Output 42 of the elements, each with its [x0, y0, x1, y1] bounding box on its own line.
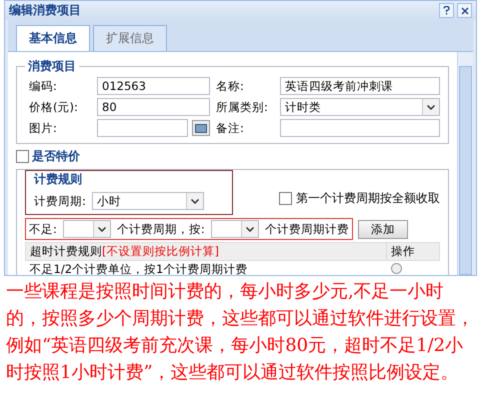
field-label: 价格(元):	[29, 100, 79, 114]
input-field[interactable]: 80	[97, 98, 210, 116]
checkbox[interactable]	[279, 192, 292, 205]
tab[interactable]: 基本信息	[16, 25, 90, 51]
add-button[interactable]: 添加	[358, 220, 408, 238]
count-select[interactable]	[210, 220, 259, 238]
period-select[interactable]: 小时	[92, 192, 204, 210]
input-field[interactable]	[280, 119, 440, 137]
checkbox-label: 是否特价	[32, 148, 80, 165]
caret-icon	[427, 104, 435, 110]
field-label: 计费周期:	[34, 194, 86, 208]
annotation-text: 一些课程是按照时间计费的，每小时多少元,不足一小时的，按照多少个周期计费，这些都可以通过软件进行设置，例如“英语四级考前充次课，每小时80元，超时不足1/2小时按照1小时计费”，这些都可以通过软件按照比例设定。	[5, 280, 475, 385]
section-legend: 计费规则	[34, 171, 82, 188]
field-label: 图片:	[29, 120, 58, 136]
checkbox[interactable]	[16, 150, 29, 163]
input-field[interactable]: 012563	[97, 77, 210, 95]
section-legend: 消费项目	[25, 58, 79, 75]
column-header: 操作	[386, 242, 440, 260]
caret-icon	[246, 226, 254, 232]
caret-icon	[190, 198, 199, 204]
help-icon[interactable]	[439, 3, 454, 18]
field-label: 备注:	[216, 120, 245, 136]
category-select[interactable]: 计时类	[280, 98, 440, 116]
browse-image-icon[interactable]	[192, 120, 210, 136]
field-label: 所属类别:	[216, 100, 269, 114]
field-label: 个计费周期，按:	[116, 222, 205, 236]
caret-icon	[98, 226, 106, 232]
scrollbar[interactable]	[457, 52, 473, 275]
input-field[interactable]: 英语四级考前冲刺课	[280, 77, 440, 95]
delete-icon[interactable]	[390, 262, 402, 274]
count-select[interactable]	[62, 220, 111, 238]
column-header: 超时计费规则[不设置则按比例计算]	[26, 242, 387, 260]
close-icon[interactable]	[457, 3, 472, 18]
field-label: 编码:	[29, 78, 58, 94]
field-label: 不足:	[29, 222, 57, 236]
field-label: 个计费周期计费	[264, 222, 349, 236]
table-cell: 不足1/2个计费单位，按1个计费周期计费	[26, 260, 387, 275]
image-field[interactable]	[97, 119, 188, 137]
checkbox-label: 第一个计费周期按全额收取	[296, 190, 440, 207]
tab[interactable]: 扩展信息	[93, 25, 167, 51]
window-title: 编辑消费项目	[9, 2, 82, 19]
field-label: 名称:	[216, 78, 245, 94]
